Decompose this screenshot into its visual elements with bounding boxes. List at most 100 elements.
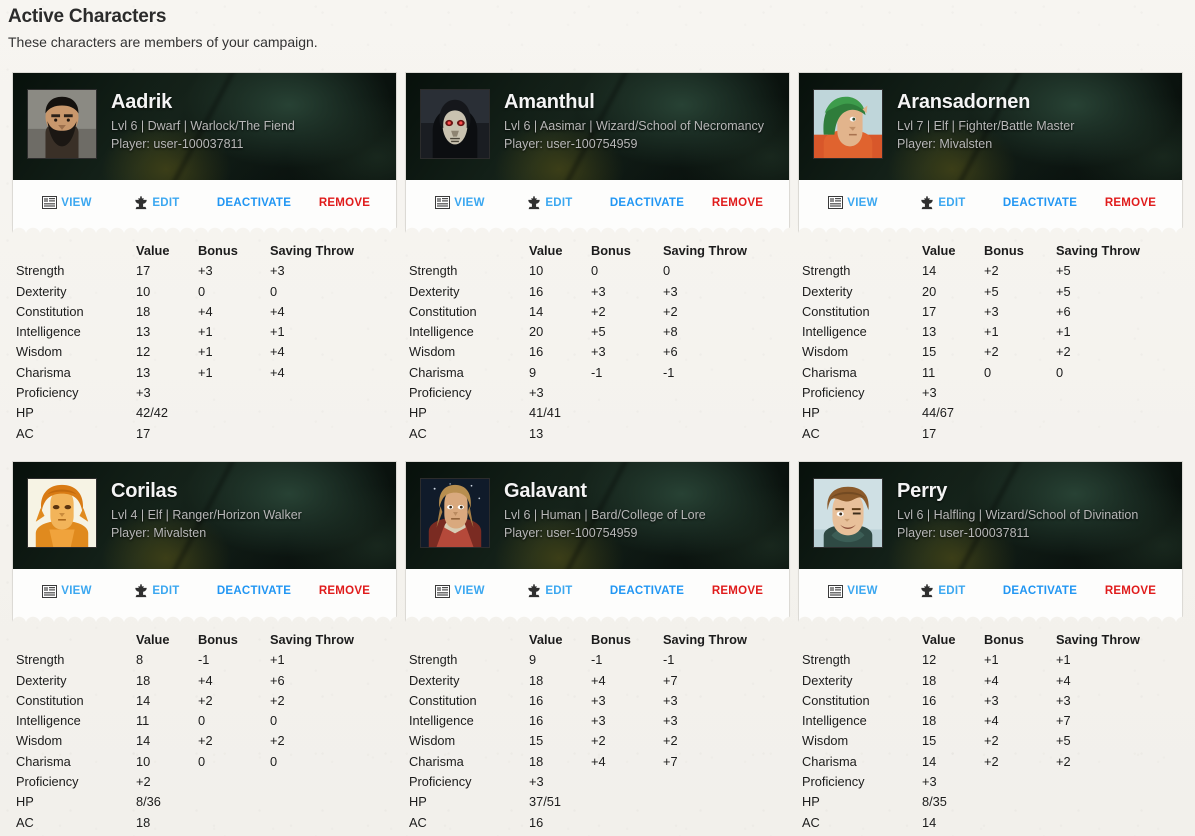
character-meta: Lvl 6 | Aasimar | Wizard/School of Necro…: [504, 119, 765, 133]
edit-button[interactable]: EDIT: [508, 195, 592, 210]
stat-bonus: +4: [591, 672, 606, 688]
stats-col-value: Value: [922, 243, 956, 258]
deactivate-button[interactable]: DEACTIVATE: [199, 585, 309, 597]
stats-row: AC 16: [405, 813, 790, 833]
stats-header-row: Value Bonus Saving Throw: [405, 630, 790, 650]
stat-bonus: [198, 424, 270, 444]
remove-button[interactable]: REMOVE: [702, 197, 783, 209]
stats-row: Wisdom 15 +2 +5: [798, 731, 1183, 751]
stat-saving-throw: +7: [663, 753, 678, 769]
stat-value: 14: [136, 692, 151, 708]
stat-label: Constitution: [802, 692, 870, 708]
stat-saving-throw: +4: [1056, 672, 1071, 688]
stat-value: 10: [529, 263, 544, 279]
stat-value: 42/42: [136, 405, 169, 421]
stat-label: Charisma: [409, 364, 464, 380]
deactivate-button[interactable]: DEACTIVATE: [592, 585, 702, 597]
stat-saving-throw: [270, 772, 397, 792]
stats-body: Strength 8 -1 +1 Dexterity 18 +4 +6 Constitution…: [12, 650, 397, 833]
view-button[interactable]: VIEW: [412, 584, 508, 598]
stat-label: Strength: [802, 263, 851, 279]
view-label: VIEW: [61, 585, 92, 598]
stat-bonus: +3: [198, 263, 213, 279]
stat-saving-throw: 0: [270, 283, 278, 299]
deactivate-button[interactable]: DEACTIVATE: [985, 585, 1095, 597]
stats-col-bonus: Bonus: [591, 631, 631, 647]
remove-button[interactable]: REMOVE: [1095, 197, 1176, 209]
stats-col-stat: [798, 630, 922, 650]
stat-bonus: 0: [198, 283, 206, 299]
stat-saving-throw: [270, 424, 397, 444]
stat-bonus: [591, 772, 663, 792]
character-card-body: Corilas Lvl 4 | Elf | Ranger/Horizon Wal…: [12, 460, 397, 614]
stat-saving-throw: +2: [270, 692, 285, 708]
stat-saving-throw: +2: [663, 303, 678, 319]
stat-value: 12: [922, 652, 937, 668]
remove-button[interactable]: REMOVE: [702, 585, 783, 597]
avatar-aransadornen: [813, 89, 883, 159]
stat-saving-throw: [270, 403, 397, 423]
deactivate-label: DEACTIVATE: [216, 585, 292, 598]
stats-table: Value Bonus Saving Throw Strength 10 0 0 Dex…: [405, 241, 790, 444]
stat-value: 16: [529, 713, 544, 729]
stat-label: Constitution: [409, 303, 477, 319]
remove-label: REMOVE: [711, 196, 764, 209]
stat-bonus: [984, 424, 1056, 444]
stat-value: 18: [922, 672, 937, 688]
stat-bonus: [591, 383, 663, 403]
remove-button[interactable]: REMOVE: [309, 585, 390, 597]
document-list-icon: [42, 196, 61, 209]
stats-col-saving: Saving Throw: [1056, 631, 1140, 647]
stat-bonus: +4: [984, 672, 999, 688]
document-list-icon: [828, 196, 847, 209]
stat-value: 15: [529, 733, 544, 749]
deactivate-button[interactable]: DEACTIVATE: [199, 197, 309, 209]
stat-saving-throw: 0: [270, 713, 278, 729]
remove-button[interactable]: REMOVE: [309, 197, 390, 209]
edit-button[interactable]: EDIT: [901, 584, 985, 598]
character-banner: Aransadornen Lvl 7 | Elf | Fighter/Battl…: [799, 73, 1182, 180]
stat-saving-throw: +7: [1056, 713, 1071, 729]
edit-label: EDIT: [152, 585, 180, 598]
stat-label: Intelligence: [16, 324, 81, 340]
view-button[interactable]: VIEW: [412, 196, 508, 209]
stat-bonus: +3: [591, 283, 606, 299]
stats-col-stat: [12, 241, 136, 261]
stats-col-value: Value: [529, 631, 563, 647]
stats-row: Proficiency +2: [12, 772, 397, 792]
stat-bonus: +4: [591, 753, 606, 769]
deactivate-button[interactable]: DEACTIVATE: [592, 197, 702, 209]
stat-bonus: 0: [591, 263, 599, 279]
stat-value: +3: [529, 385, 544, 401]
view-button[interactable]: VIEW: [19, 584, 115, 598]
stat-label: Wisdom: [409, 733, 456, 749]
document-list-icon: [435, 196, 454, 209]
character-cell-perry: Perry Lvl 6 | Halfling | Wizard/School o…: [794, 460, 1187, 836]
stats-row: Strength 10 0 0: [405, 261, 790, 281]
stat-label: Charisma: [16, 753, 71, 769]
view-button[interactable]: VIEW: [19, 196, 115, 209]
stats-row: AC 17: [798, 424, 1183, 444]
edit-button[interactable]: EDIT: [508, 584, 592, 598]
stat-bonus: [591, 403, 663, 423]
character-actions: VIEW EDIT DEACTIVATE REMOVE: [13, 180, 396, 225]
stats-col-stat: [12, 630, 136, 650]
stat-label: Strength: [802, 652, 851, 668]
stats-row: AC 17: [12, 424, 397, 444]
deactivate-button[interactable]: DEACTIVATE: [985, 197, 1095, 209]
stats-col-bonus: Bonus: [198, 631, 238, 647]
stat-label: HP: [409, 405, 427, 421]
view-button[interactable]: VIEW: [805, 584, 901, 598]
stat-saving-throw: +4: [270, 344, 285, 360]
stats-row: Charisma 10 0 0: [12, 752, 397, 772]
stat-label: Strength: [409, 652, 458, 668]
edit-button[interactable]: EDIT: [115, 195, 199, 210]
stat-bonus: +4: [198, 303, 213, 319]
remove-button[interactable]: REMOVE: [1095, 585, 1176, 597]
stat-bonus: [198, 383, 270, 403]
character-meta: Lvl 4 | Elf | Ranger/Horizon Walker: [111, 507, 302, 522]
view-button[interactable]: VIEW: [805, 196, 901, 209]
character-card: Aransadornen Lvl 7 | Elf | Fighter/Battl…: [798, 72, 1183, 444]
edit-button[interactable]: EDIT: [901, 195, 985, 210]
edit-button[interactable]: EDIT: [115, 584, 199, 598]
